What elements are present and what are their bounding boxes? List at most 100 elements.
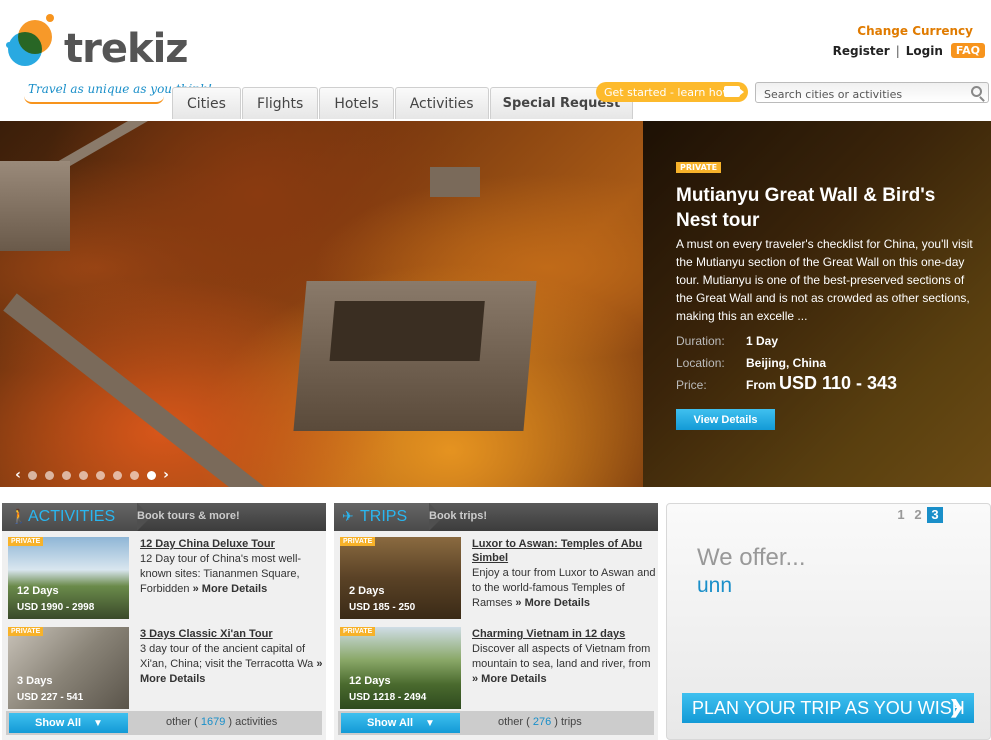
activities-title[interactable]: ACTIVITIES <box>28 508 115 526</box>
trip-thumbnail[interactable]: PRIVATE 2 Days USD 185 - 250 <box>340 537 461 619</box>
search-icon[interactable] <box>971 86 982 97</box>
logo-text[interactable]: trekiz <box>64 26 189 72</box>
item-text: Charming Vietnam in 12 days Discover all… <box>472 627 656 687</box>
duration-value: 1 Day <box>746 334 779 348</box>
activities-section: 🚶 ACTIVITIES Book tours & more! PRIVATE … <box>2 503 326 740</box>
separator: | <box>895 43 900 58</box>
item-title-link[interactable]: 3 Days Classic Xi'an Tour <box>140 627 324 641</box>
list-item: PRIVATE 2 Days USD 185 - 250 Luxor to As… <box>340 537 656 619</box>
change-currency-link[interactable]: Change Currency <box>857 24 973 38</box>
trip-thumbnail[interactable]: PRIVATE 12 Days USD 1218 - 2494 <box>340 627 461 709</box>
private-badge: PRIVATE <box>676 162 722 173</box>
login-link[interactable]: Login <box>906 44 943 58</box>
tagline-swoosh <box>24 96 164 104</box>
hero-description: A must on every traveler's checklist for… <box>676 237 973 323</box>
slider-dot[interactable] <box>45 470 54 480</box>
hiker-icon: 🚶 <box>10 509 28 525</box>
item-title-link[interactable]: Charming Vietnam in 12 days <box>472 627 656 641</box>
promo-heading: We offer... <box>697 544 806 571</box>
item-price: USD 227 - 541 <box>17 692 84 703</box>
item-description: Discover all aspects of Vietnam from mou… <box>472 643 651 685</box>
slider-nav: ‹ › <box>12 467 172 483</box>
item-title-link[interactable]: 12 Day China Deluxe Tour <box>140 537 324 551</box>
price-from: From <box>746 378 776 392</box>
hero-image-great-wall[interactable] <box>0 121 643 487</box>
trips-header: ✈ TRIPS Book trips! <box>334 503 658 531</box>
tab-cities[interactable]: Cities <box>172 87 241 119</box>
item-days: 12 Days <box>349 675 391 687</box>
trips-footer: Show All ▼ other ( 276 ) trips <box>338 711 654 735</box>
tab-flights[interactable]: Flights <box>241 87 319 119</box>
promo-animated-word: unn <box>697 574 733 597</box>
account-links: Register | Login FAQ <box>833 43 985 58</box>
item-description: Enjoy a tour from Luxor to Aswan and to … <box>472 567 656 609</box>
show-all-button[interactable]: Show All ▼ <box>9 713 128 733</box>
item-text: 3 Days Classic Xi'an Tour 3 day tour of … <box>140 627 324 687</box>
slider-dot-active[interactable] <box>147 470 156 480</box>
slider-dot[interactable] <box>79 470 88 480</box>
get-started-label: Get started - learn how <box>604 85 732 99</box>
location-label: Location: <box>676 356 725 370</box>
slider-next-icon[interactable]: › <box>160 467 172 483</box>
more-details-link[interactable]: » More Details <box>472 673 547 685</box>
trips-section: ✈ TRIPS Book trips! PRIVATE 2 Days USD 1… <box>334 503 658 740</box>
item-price: USD 185 - 250 <box>349 602 416 613</box>
private-badge: PRIVATE <box>340 627 376 636</box>
slider-dot[interactable] <box>113 470 122 480</box>
tab-activities[interactable]: Activities <box>394 87 489 119</box>
search-box <box>755 82 989 104</box>
get-started-button[interactable]: Get started - learn how <box>596 82 748 102</box>
duration-label: Duration: <box>676 334 725 348</box>
other-count-link[interactable]: 1679 <box>201 716 225 728</box>
more-details-link[interactable]: » More Details <box>515 597 590 609</box>
slider-dot[interactable] <box>28 470 37 480</box>
other-activities-count: other ( 1679 ) activities <box>166 716 278 728</box>
logo-icon[interactable] <box>6 14 62 74</box>
more-details-link[interactable]: » More Details <box>193 583 268 595</box>
faq-button[interactable]: FAQ <box>950 43 985 58</box>
item-days: 3 Days <box>17 675 53 687</box>
promo-page-2[interactable]: 2 <box>910 507 926 523</box>
item-description: 12 Day tour of China's most well-known s… <box>140 553 302 595</box>
chevron-down-icon: ▼ <box>93 717 103 729</box>
private-badge: PRIVATE <box>8 537 44 546</box>
other-count-link[interactable]: 276 <box>533 716 551 728</box>
chevron-right-icon: ❯ <box>948 697 964 717</box>
item-title-link[interactable]: Luxor to Aswan: Temples of Abu Simbel <box>472 537 656 565</box>
price-label: Price: <box>676 378 707 392</box>
item-days: 12 Days <box>17 585 59 597</box>
page: trekiz Travel as unique as you think! Ch… <box>0 0 991 740</box>
price-value: USD 110 - 343 <box>779 373 898 393</box>
slider-dot[interactable] <box>96 470 105 480</box>
slider-dot[interactable] <box>62 470 71 480</box>
hero-price: From USD 110 - 343 <box>746 373 897 394</box>
plan-trip-button[interactable]: PLAN YOUR TRIP AS YOU WISH ❯ <box>682 693 974 723</box>
main-nav: Cities Flights Hotels Activities Special… <box>172 87 634 119</box>
item-price: USD 1990 - 2998 <box>17 602 95 613</box>
hero-title[interactable]: Mutianyu Great Wall & Bird's Nest tour <box>676 183 976 233</box>
slider-prev-icon[interactable]: ‹ <box>12 467 24 483</box>
view-details-button[interactable]: View Details <box>676 409 775 430</box>
register-link[interactable]: Register <box>833 44 890 58</box>
promo-page-1[interactable]: 1 <box>893 507 909 523</box>
item-text: 12 Day China Deluxe Tour 12 Day tour of … <box>140 537 324 597</box>
trips-title[interactable]: TRIPS <box>360 508 407 526</box>
search-input[interactable] <box>756 85 956 104</box>
activity-thumbnail[interactable]: PRIVATE 3 Days USD 227 - 541 <box>8 627 129 709</box>
promo-page-3[interactable]: 3 <box>927 507 943 523</box>
trips-subtitle: Book trips! <box>429 510 488 522</box>
item-description: 3 day tour of the ancient capital of Xi'… <box>140 643 323 685</box>
plane-icon: ✈ <box>342 509 354 525</box>
list-item: PRIVATE 3 Days USD 227 - 541 3 Days Clas… <box>8 627 324 709</box>
activities-footer: Show All ▼ other ( 1679 ) activities <box>6 711 322 735</box>
chevron-down-icon: ▼ <box>425 717 435 729</box>
activity-thumbnail[interactable]: PRIVATE 12 Days USD 1990 - 2998 <box>8 537 129 619</box>
slider-dot[interactable] <box>130 470 139 480</box>
list-item: PRIVATE 12 Days USD 1990 - 2998 12 Day C… <box>8 537 324 619</box>
private-badge: PRIVATE <box>8 627 44 636</box>
list-item: PRIVATE 12 Days USD 1218 - 2494 Charming… <box>340 627 656 709</box>
item-days: 2 Days <box>349 585 385 597</box>
show-all-button[interactable]: Show All ▼ <box>341 713 460 733</box>
item-price: USD 1218 - 2494 <box>349 692 427 703</box>
tab-hotels[interactable]: Hotels <box>319 87 394 119</box>
